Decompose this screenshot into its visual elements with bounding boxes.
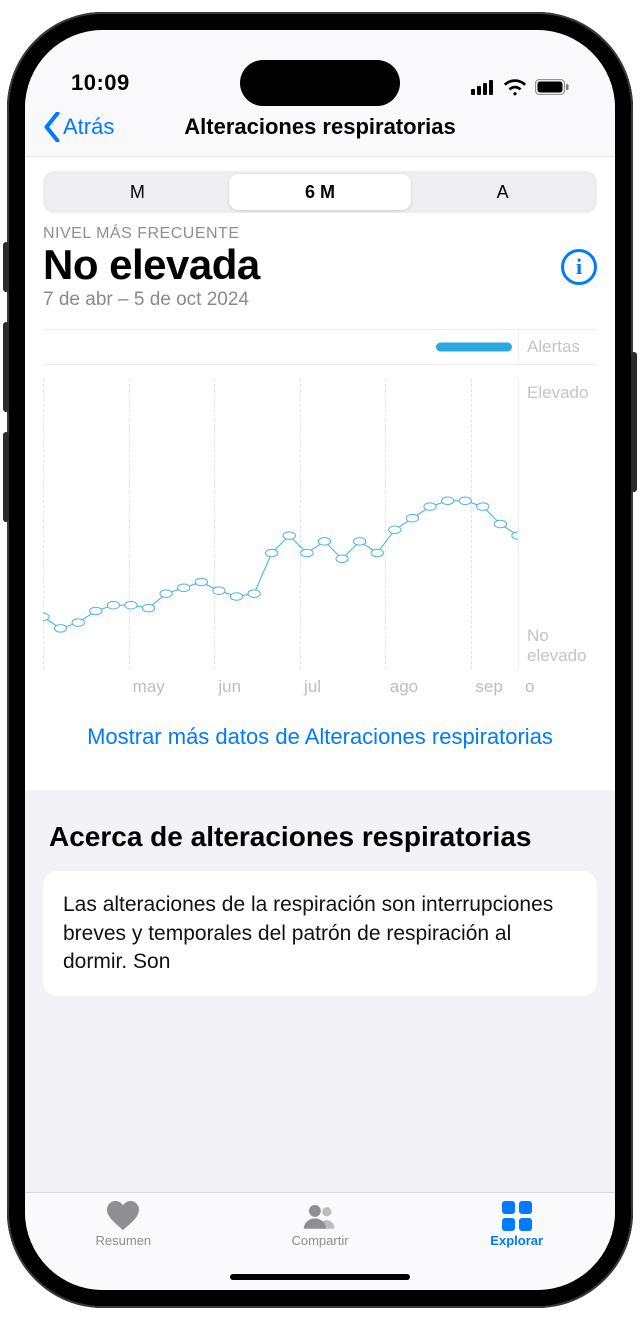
people-icon (303, 1201, 337, 1231)
summary-card: M 6 M A NIVEL MÁS FRECUENTE No elevada 7… (25, 157, 615, 790)
chevron-left-icon (43, 112, 61, 142)
tab-label: Explorar (490, 1233, 543, 1248)
main-content: M 6 M A NIVEL MÁS FRECUENTE No elevada 7… (25, 157, 615, 1192)
tab-label: Compartir (291, 1233, 348, 1248)
battery-icon (535, 79, 569, 95)
home-indicator[interactable] (230, 1274, 410, 1280)
alerts-axis-label: Alertas (519, 337, 597, 357)
x-tick: jul (300, 669, 386, 715)
back-button[interactable]: Atrás (43, 112, 114, 142)
wifi-icon (503, 78, 527, 96)
y-tick-high: Elevado (527, 383, 597, 403)
status-icons (471, 78, 569, 96)
segment-year[interactable]: A (411, 174, 594, 210)
plot-area[interactable] (43, 379, 519, 669)
x-tick: o (519, 669, 597, 715)
x-tick: may (129, 669, 215, 715)
tab-compartir[interactable]: Compartir (222, 1201, 419, 1248)
tab-explorar[interactable]: Explorar (418, 1201, 615, 1248)
summary-value: No elevada (43, 243, 260, 287)
time-range-segmented: M 6 M A (43, 171, 597, 213)
segment-month[interactable]: M (46, 174, 229, 210)
chart: Alertas (43, 329, 597, 715)
info-icon: i (576, 254, 582, 280)
info-button[interactable]: i (561, 249, 597, 285)
x-tick: jun (214, 669, 300, 715)
segment-6months[interactable]: 6 M (229, 174, 412, 210)
x-axis: may jun jul ago sep (43, 669, 519, 715)
heart-icon (106, 1201, 140, 1231)
status-time: 10:09 (71, 70, 130, 96)
x-tick: sep (471, 669, 519, 715)
tab-label: Resumen (96, 1233, 152, 1248)
tab-bar: Resumen Compartir Explorar (25, 1192, 615, 1290)
show-more-link[interactable]: Mostrar más datos de Alteraciones respir… (43, 715, 597, 772)
cellular-icon (471, 79, 495, 95)
about-body: Las alteraciones de la respiración son i… (63, 893, 553, 973)
about-heading: Acerca de alteraciones respiratorias (25, 790, 615, 872)
tab-resumen[interactable]: Resumen (25, 1201, 222, 1248)
alerts-strip (43, 330, 519, 364)
grid-icon (500, 1201, 534, 1231)
dynamic-island (240, 60, 400, 106)
summary-range: 7 de abr – 5 de oct 2024 (43, 289, 260, 311)
nav-bar: Atrás Alteraciones respiratorias (25, 102, 615, 157)
x-tick: ago (386, 669, 472, 715)
about-card: Las alteraciones de la respiración son i… (43, 871, 597, 996)
y-tick-low: No elevado (527, 626, 597, 665)
back-label: Atrás (63, 114, 114, 140)
